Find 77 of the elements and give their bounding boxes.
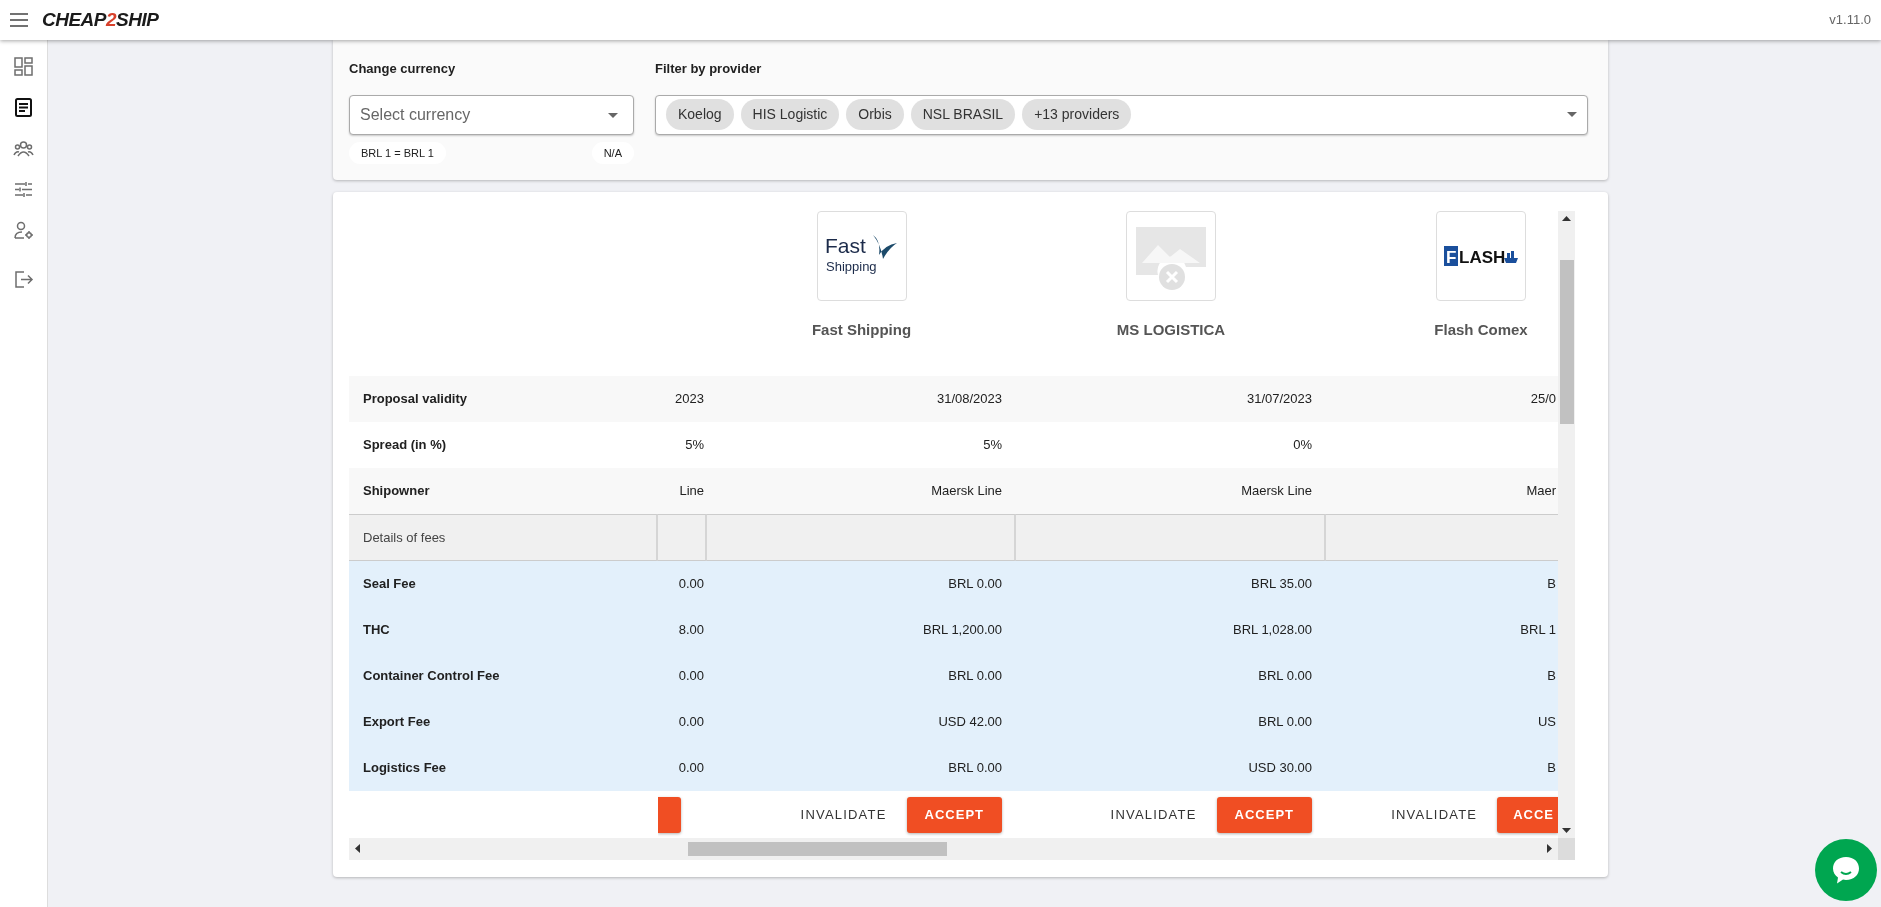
table-cell-text: BRL 1: [1519, 621, 1557, 640]
table-cell-text: USD 42.00: [937, 713, 1003, 732]
table-cell-text: BRL 35.00: [1250, 575, 1313, 594]
invalidate-button[interactable]: INVALIDATE: [1391, 805, 1478, 825]
row-label: Container Control Fee: [362, 667, 501, 686]
currency-select[interactable]: Select currency: [349, 94, 634, 135]
sliders-icon[interactable]: [13, 179, 34, 200]
table-cell-text: 8.00: [677, 621, 705, 640]
provider-select[interactable]: Koelog HIS Logistic Orbis NSL BRASIL +13 providers: [655, 94, 1588, 135]
row-label: Export Fee: [362, 713, 432, 732]
provider-chip[interactable]: HIS Logistic: [740, 99, 840, 130]
table-cell-text: BRL 0.00: [947, 667, 1003, 686]
company-logo: F LASH: [1444, 244, 1518, 268]
field-label: Change currency: [349, 60, 457, 78]
group-icon[interactable]: [13, 138, 34, 159]
table-cell-text: BRL 0.00: [947, 575, 1003, 594]
logout-icon[interactable]: [13, 269, 34, 290]
dropdown-arrow-icon: [608, 112, 618, 118]
provider-chip[interactable]: Koelog: [666, 99, 734, 130]
provider-name: Fast Shipping: [811, 320, 912, 340]
section-header: Details of fees: [349, 514, 658, 561]
accept-button[interactable]: ACCEPT: [906, 797, 1002, 833]
provider-chip[interactable]: Orbis: [846, 99, 904, 130]
horizontal-scrollbar[interactable]: [349, 838, 1558, 860]
provider-name: Flash Comex: [1434, 320, 1528, 340]
table-cell-text: 0.00: [677, 575, 705, 594]
dropdown-arrow-icon: [1567, 112, 1577, 117]
table-cell-text: 0.00: [677, 713, 705, 732]
exchange-rate: BRL 1 = BRL 1: [349, 141, 446, 164]
accept-button[interactable]: ACCEPT: [1216, 797, 1312, 833]
provider-chip[interactable]: +13 providers: [1022, 99, 1132, 130]
table-cell-text: B: [1546, 667, 1557, 686]
table-cell-text: 2023: [674, 390, 705, 409]
app-logo: CHEAP2SHIP: [42, 7, 159, 32]
vertical-scrollbar[interactable]: [1558, 211, 1575, 838]
table-cell-text: 0%: [1292, 436, 1313, 455]
row-label: Seal Fee: [362, 575, 417, 594]
dashboard-icon[interactable]: [13, 56, 34, 77]
table-cell-text: BRL 1,028.00: [1231, 621, 1313, 640]
table-cell-text: USD 30.00: [1247, 759, 1313, 778]
table-cell-text: B: [1546, 759, 1557, 778]
table-cell-text: BRL 0.00: [1257, 713, 1313, 732]
provider-name: MS LOGISTICA: [1116, 320, 1226, 340]
row-label: Logistics Fee: [362, 759, 448, 778]
table-cell-text: 31/08/2023: [935, 390, 1003, 409]
rate-status: N/A: [591, 141, 634, 164]
table-cell-text: BRL 1,200.00: [921, 621, 1003, 640]
table-cell-text: 0.00: [677, 759, 705, 778]
invalidate-button[interactable]: INVALIDATE: [800, 805, 887, 825]
accept-button[interactable]: ACCE: [1497, 797, 1558, 833]
invalidate-button[interactable]: INVALIDATE: [1110, 805, 1197, 825]
menu-icon[interactable]: [10, 13, 28, 27]
table-cell-text: 5%: [982, 436, 1003, 455]
table-cell-text: Line: [678, 482, 705, 501]
table-cell-text: BRL 0.00: [1257, 667, 1313, 686]
table-cell-text: US: [1536, 713, 1557, 732]
version-label: v1.11.0: [1829, 11, 1871, 30]
row-label: THC: [362, 621, 391, 640]
row-label: Shipowner: [362, 482, 431, 501]
scrollbar-corner: [1558, 838, 1575, 860]
table-cell-text: 25/0: [1529, 390, 1557, 409]
provider-chip[interactable]: NSL BRASIL: [910, 99, 1016, 130]
table-cell-text: 0.00: [677, 667, 705, 686]
row-label: Spread (in %): [362, 436, 448, 455]
table-cell-text: BRL 0.00: [947, 759, 1003, 778]
company-logo: Fast Shipping: [824, 231, 899, 281]
table-cell-text: Maer: [1525, 482, 1557, 501]
field-label: Filter by provider: [655, 60, 763, 78]
table-cell-text: Maersk Line: [930, 482, 1003, 501]
table-cell-text: 31/07/2023: [1245, 390, 1313, 409]
user-gear-icon[interactable]: [13, 220, 34, 241]
row-label: Proposal validity: [362, 390, 469, 409]
document-icon[interactable]: [13, 97, 34, 118]
chat-icon: [1831, 855, 1861, 885]
table-cell-text: Maersk Line: [1240, 482, 1313, 501]
table-cell-text: B: [1546, 575, 1557, 594]
table-cell-text: 5%: [684, 436, 705, 455]
